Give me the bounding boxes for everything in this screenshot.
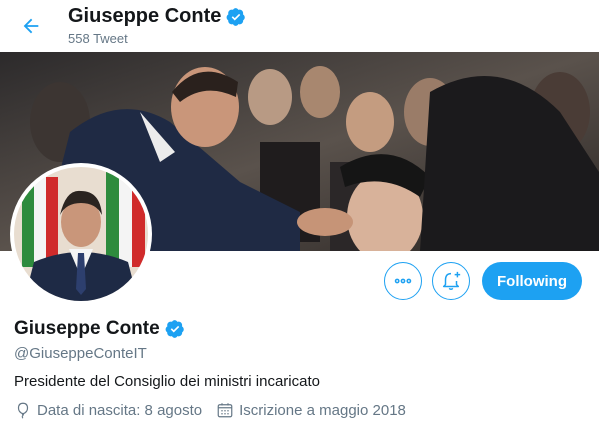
verified-badge-icon <box>226 7 246 26</box>
profile-handle: @GiuseppeConteIT <box>14 345 147 362</box>
profile-header: Giuseppe Conte 558 Tweet <box>0 0 599 52</box>
notifications-button[interactable] <box>432 262 470 300</box>
avatar-photo <box>14 167 148 301</box>
joined-text: Iscrizione a maggio 2018 <box>239 401 406 419</box>
arrow-left-icon <box>23 18 39 34</box>
header-name: Giuseppe Conte <box>68 5 222 27</box>
verified-badge-icon <box>165 320 184 338</box>
birthdate-text: Data di nascita: 8 agosto <box>37 401 203 419</box>
balloon-icon <box>17 402 29 419</box>
back-button[interactable] <box>13 8 49 44</box>
profile-bio: Presidente del Consiglio dei ministri in… <box>14 373 320 390</box>
birthdate-item: Data di nascita: 8 agosto <box>14 401 202 419</box>
following-button[interactable]: Following <box>482 262 582 300</box>
profile-name: Giuseppe Conte <box>14 318 185 340</box>
display-name: Giuseppe Conte <box>14 318 160 339</box>
joined-item: Iscrizione a maggio 2018 <box>216 401 406 419</box>
header-title: Giuseppe Conte <box>68 5 246 28</box>
calendar-icon <box>217 403 233 418</box>
more-button[interactable] <box>384 262 422 300</box>
bell-plus-icon <box>442 271 461 290</box>
profile-avatar[interactable] <box>10 163 152 305</box>
tweet-count: 558 Tweet <box>68 31 128 46</box>
more-icon <box>394 278 412 284</box>
profile-meta: Data di nascita: 8 agosto Iscrizione a m… <box>14 401 420 419</box>
